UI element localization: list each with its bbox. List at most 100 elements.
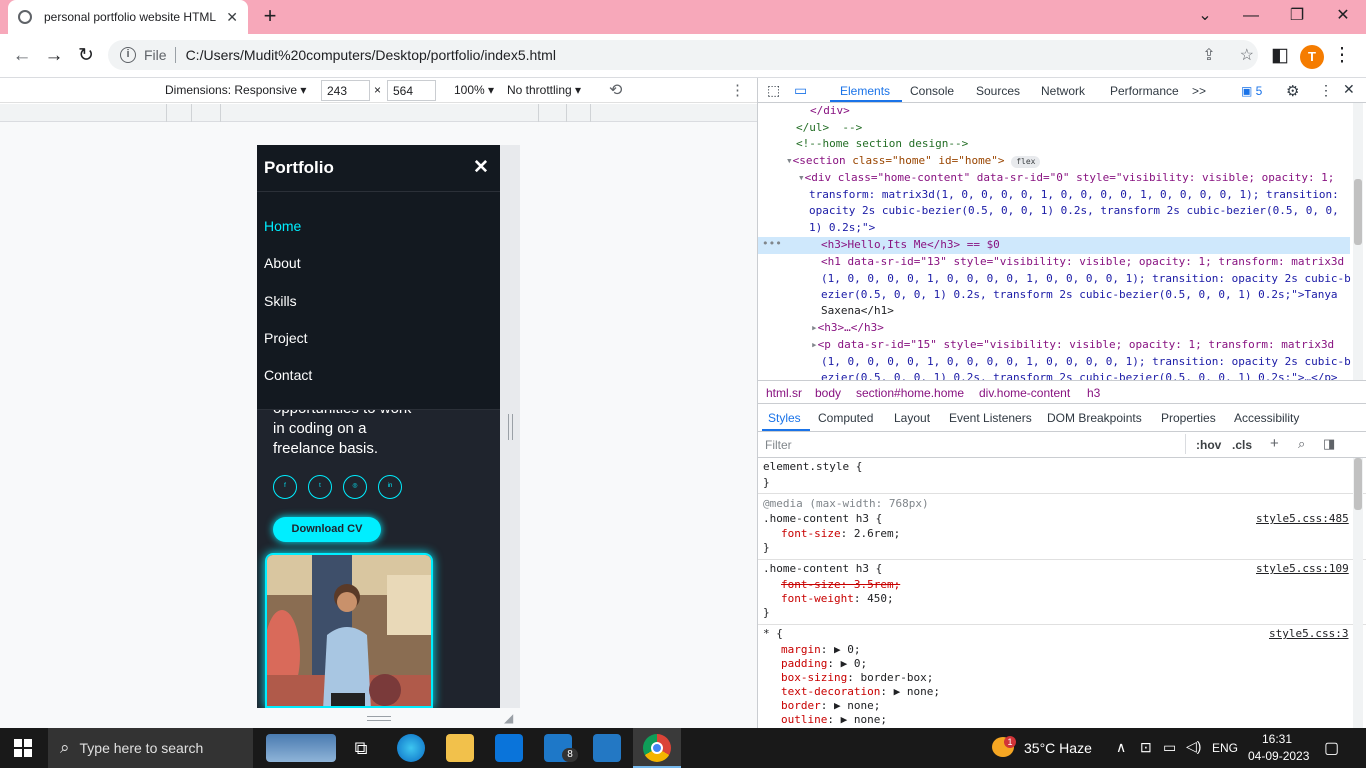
language-indicator[interactable]: ENG (1212, 741, 1238, 755)
rule-declaration[interactable]: border: ▶ none; (781, 699, 880, 713)
inspect-element-icon[interactable]: ⬚ (767, 82, 780, 99)
breadcrumb-item[interactable]: body (815, 386, 841, 400)
download-cv-button[interactable]: Download CV (273, 517, 381, 542)
dom-line[interactable]: ▸<p data-sr-id="15" style="visibility: v… (811, 337, 1334, 354)
throttling-dropdown[interactable]: No throttling ▾ (507, 83, 581, 97)
paint-brush-icon[interactable]: ⌕ (1298, 436, 1305, 452)
vscode-icon[interactable] (593, 734, 621, 762)
dom-line[interactable]: ▸<h3>…</h3> (811, 320, 884, 337)
linkedin-icon[interactable]: in (378, 475, 402, 499)
cls-toggle[interactable]: .cls (1232, 438, 1252, 452)
tab-elements[interactable]: Elements (840, 84, 890, 98)
collapse-arrow-icon[interactable]: ▸ (811, 321, 818, 334)
close-window-button[interactable]: ✕ (1320, 0, 1366, 32)
dom-line-selected[interactable]: <h3>Hello,Its Me</h3> == $0 (758, 237, 1350, 254)
tab-performance[interactable]: Performance (1110, 84, 1179, 98)
tab-sources[interactable]: Sources (976, 84, 1020, 98)
rule-selector[interactable]: .home-content h3 { (763, 562, 882, 576)
dom-line[interactable]: Saxena</h1> (821, 303, 894, 320)
rule-declaration[interactable]: font-size: 2.6rem; (781, 527, 900, 541)
rule-declaration[interactable]: margin: ▶ 0; (781, 643, 861, 657)
tab-styles[interactable]: Styles (768, 411, 801, 425)
tab-accessibility[interactable]: Accessibility (1234, 411, 1299, 425)
tab-search-icon[interactable]: ⌄ (1182, 0, 1228, 32)
dom-scrollbar[interactable] (1353, 103, 1363, 380)
close-devtools-icon[interactable]: ✕ (1343, 81, 1355, 98)
chrome-taskbar-button[interactable] (633, 728, 681, 768)
tab-layout[interactable]: Layout (894, 411, 930, 425)
styles-scroll-thumb[interactable] (1354, 458, 1362, 510)
devtools-more-icon[interactable]: ⋮ (1319, 82, 1333, 99)
bookmark-star-icon[interactable]: ☆ (1240, 45, 1254, 65)
dom-line[interactable]: (1, 0, 0, 0, 0, 1, 0, 0, 0, 0, 1, 0, 0, … (821, 271, 1351, 288)
rule-selector[interactable]: * { (763, 627, 783, 641)
dom-line[interactable]: </div> (810, 103, 850, 120)
site-logo[interactable]: Portfolio (264, 158, 334, 178)
side-panel-icon[interactable]: ◧ (1266, 42, 1294, 70)
width-input[interactable]: 243 (321, 80, 370, 101)
twitter-icon[interactable]: t (308, 475, 332, 499)
browser-tab[interactable]: personal portfolio website HTML ✕ (8, 0, 248, 34)
volume-icon[interactable]: ◁) (1186, 738, 1201, 755)
styles-scrollbar[interactable] (1353, 458, 1363, 728)
media-query-ruler[interactable] (0, 104, 757, 122)
windows-start-icon[interactable] (14, 739, 32, 757)
source-link[interactable]: style5.css:485 (1256, 512, 1349, 526)
dom-line[interactable]: ezier(0.5, 0, 0, 1) 0.2s, transform 2s c… (821, 370, 1338, 380)
nav-link-about[interactable]: About (264, 255, 301, 271)
device-toggle-icon[interactable]: ▭ (794, 82, 807, 99)
dom-line[interactable]: opacity 2s cubic-bezier(0.5, 0, 0, 1) 0.… (809, 203, 1339, 220)
tab-console[interactable]: Console (910, 84, 954, 98)
rule-declaration[interactable]: box-sizing: border-box; (781, 671, 933, 685)
minimize-button[interactable]: — (1228, 0, 1274, 32)
dom-line[interactable]: ▾<section class="home" id="home"> flex (786, 153, 1041, 170)
dimensions-dropdown[interactable]: Dimensions: Responsive ▾ (165, 83, 306, 97)
clock-date[interactable]: 04-09-2023 (1248, 749, 1309, 763)
flex-badge[interactable]: flex (1011, 156, 1041, 168)
hov-toggle[interactable]: :hov (1196, 438, 1221, 452)
address-bar[interactable]: i File C:/Users/Mudit%20computers/Deskto… (108, 40, 1258, 70)
rule-declaration[interactable]: padding: ▶ 0; (781, 657, 867, 671)
expand-arrow-icon[interactable]: ▾ (798, 171, 805, 184)
dom-line[interactable]: <!--home section design--> (796, 136, 968, 153)
more-tabs-chevron[interactable]: >> (1192, 84, 1206, 98)
city-skyline-icon[interactable] (266, 734, 336, 762)
filter-input[interactable]: Filter (765, 438, 792, 452)
tab-dom-breakpoints[interactable]: DOM Breakpoints (1047, 411, 1142, 425)
rule-declaration[interactable]: outline: ▶ none; (781, 713, 887, 727)
width-resize-handle[interactable] (508, 414, 513, 440)
url-text[interactable]: C:/Users/Mudit%20computers/Desktop/portf… (186, 47, 1191, 63)
sidebar-toggle-icon[interactable]: ◨ (1323, 436, 1335, 452)
file-explorer-icon[interactable] (446, 734, 474, 762)
restore-button[interactable]: ❐ (1274, 0, 1320, 32)
profile-avatar[interactable]: T (1300, 45, 1324, 69)
show-hidden-icons-icon[interactable]: ∧ (1116, 739, 1126, 756)
reload-button[interactable]: ↻ (72, 42, 100, 70)
device-more-icon[interactable]: ⋮ (730, 81, 745, 99)
height-input[interactable]: 564 (387, 80, 436, 101)
microsoft-store-icon[interactable] (495, 734, 523, 762)
dom-line[interactable]: 1) 0.2s;"> (809, 220, 875, 237)
forward-button[interactable]: → (40, 42, 68, 70)
tab-event-listeners[interactable]: Event Listeners (949, 411, 1032, 425)
facebook-icon[interactable]: f (273, 475, 297, 499)
rule-selector[interactable]: .home-content h3 { (763, 512, 882, 526)
dom-line[interactable]: ▾<div class="home-content" data-sr-id="0… (798, 170, 1334, 187)
dom-line[interactable]: </ul> --> (796, 120, 862, 137)
nav-link-project[interactable]: Project (264, 330, 308, 346)
overridden-declaration[interactable]: font-size: 3.5rem; (781, 578, 900, 592)
rotate-icon[interactable]: ⟲ (609, 80, 622, 100)
source-link[interactable]: style5.css:3 (1269, 627, 1348, 641)
rule-declaration[interactable]: font-weight: 450; (781, 592, 894, 606)
menu-kebab-icon[interactable]: ⋮ (1328, 42, 1356, 70)
dom-line[interactable]: <h1 data-sr-id="13" style="visibility: v… (821, 254, 1344, 271)
back-button[interactable]: ← (8, 42, 36, 70)
info-icon[interactable]: i (120, 47, 136, 63)
task-view-icon[interactable]: ⧉ (347, 734, 375, 762)
edge-browser-icon[interactable] (397, 734, 425, 762)
breadcrumb-item[interactable]: section#home.home (856, 386, 964, 400)
nav-link-contact[interactable]: Contact (264, 367, 312, 383)
taskbar-search[interactable]: ⌕ Type here to search (48, 728, 253, 768)
instagram-icon[interactable]: ◎ (343, 475, 367, 499)
new-tab-button[interactable]: + (258, 4, 282, 28)
